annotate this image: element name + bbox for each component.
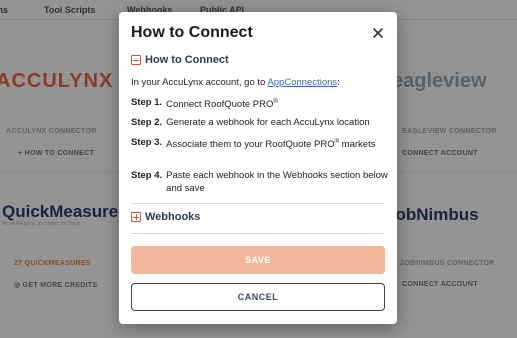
cancel-button[interactable]: CANCEL [131,283,385,311]
intro-text: In your AccuLynx account, go to AppConne… [131,77,340,88]
appconnections-link[interactable]: AppConnections [267,77,337,88]
close-icon [373,28,383,38]
how-to-connect-dialog: How to Connect How to Connect In your Ac… [119,12,397,324]
step-3: Step 3. Associate them to your RoofQuote… [131,137,376,151]
section-divider [131,233,385,234]
webhooks-section-toggle[interactable]: Webhooks [131,211,200,223]
step-4: Step 4. Paste each webhook in the Webhoo… [131,170,388,194]
step-2: Step 2. Generate a webhook for each Accu… [131,117,370,128]
dialog-title: How to Connect [131,24,253,41]
section-divider [131,203,385,204]
section-label: How to Connect [145,54,229,66]
plus-box-icon [131,212,141,222]
minus-box-icon [131,55,141,65]
close-button[interactable] [371,26,385,40]
save-button[interactable]: SAVE [131,246,385,274]
step-1: Step 1. Connect RoofQuote PRO® [131,97,278,111]
section-label: Webhooks [145,211,201,223]
how-to-connect-section-toggle[interactable]: How to Connect [131,54,229,66]
